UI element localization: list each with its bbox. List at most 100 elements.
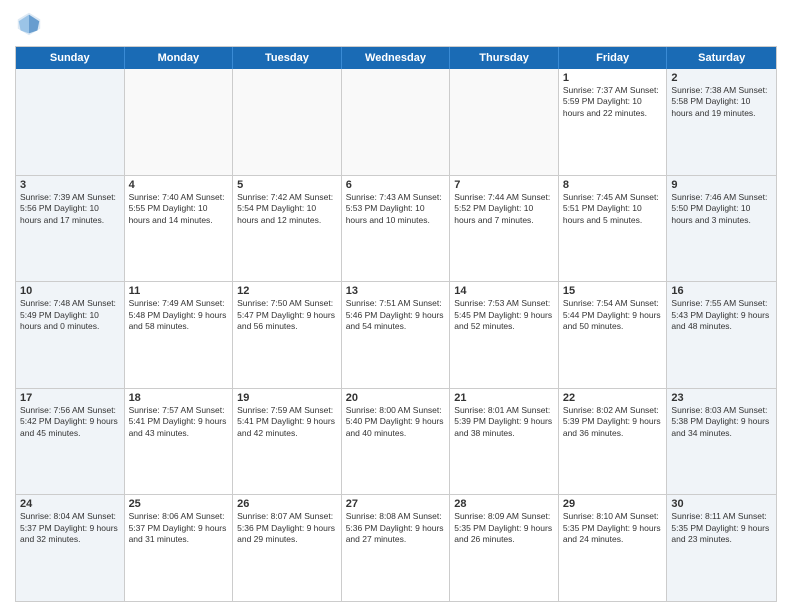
- day-headers: SundayMondayTuesdayWednesdayThursdayFrid…: [16, 47, 776, 69]
- day-number: 11: [129, 285, 229, 297]
- day-info: Sunrise: 8:10 AM Sunset: 5:35 PM Dayligh…: [563, 511, 663, 545]
- day-number: 3: [20, 179, 120, 191]
- day-cell-empty: [125, 69, 234, 175]
- day-info: Sunrise: 7:43 AM Sunset: 5:53 PM Dayligh…: [346, 192, 446, 226]
- day-cell-2: 2Sunrise: 7:38 AM Sunset: 5:58 PM Daylig…: [667, 69, 776, 175]
- day-cell-14: 14Sunrise: 7:53 AM Sunset: 5:45 PM Dayli…: [450, 282, 559, 388]
- day-cell-15: 15Sunrise: 7:54 AM Sunset: 5:44 PM Dayli…: [559, 282, 668, 388]
- calendar-body: 1Sunrise: 7:37 AM Sunset: 5:59 PM Daylig…: [16, 69, 776, 601]
- day-cell-4: 4Sunrise: 7:40 AM Sunset: 5:55 PM Daylig…: [125, 176, 234, 282]
- day-cell-16: 16Sunrise: 7:55 AM Sunset: 5:43 PM Dayli…: [667, 282, 776, 388]
- day-cell-26: 26Sunrise: 8:07 AM Sunset: 5:36 PM Dayli…: [233, 495, 342, 601]
- day-info: Sunrise: 7:46 AM Sunset: 5:50 PM Dayligh…: [671, 192, 772, 226]
- day-cell-24: 24Sunrise: 8:04 AM Sunset: 5:37 PM Dayli…: [16, 495, 125, 601]
- day-cell-23: 23Sunrise: 8:03 AM Sunset: 5:38 PM Dayli…: [667, 389, 776, 495]
- day-header-saturday: Saturday: [667, 47, 776, 69]
- day-info: Sunrise: 8:07 AM Sunset: 5:36 PM Dayligh…: [237, 511, 337, 545]
- day-info: Sunrise: 8:02 AM Sunset: 5:39 PM Dayligh…: [563, 405, 663, 439]
- day-info: Sunrise: 7:40 AM Sunset: 5:55 PM Dayligh…: [129, 192, 229, 226]
- day-number: 10: [20, 285, 120, 297]
- week-row-3: 10Sunrise: 7:48 AM Sunset: 5:49 PM Dayli…: [16, 281, 776, 388]
- day-info: Sunrise: 8:03 AM Sunset: 5:38 PM Dayligh…: [671, 405, 772, 439]
- day-number: 24: [20, 498, 120, 510]
- day-cell-19: 19Sunrise: 7:59 AM Sunset: 5:41 PM Dayli…: [233, 389, 342, 495]
- day-cell-5: 5Sunrise: 7:42 AM Sunset: 5:54 PM Daylig…: [233, 176, 342, 282]
- day-number: 20: [346, 392, 446, 404]
- day-cell-25: 25Sunrise: 8:06 AM Sunset: 5:37 PM Dayli…: [125, 495, 234, 601]
- week-row-2: 3Sunrise: 7:39 AM Sunset: 5:56 PM Daylig…: [16, 175, 776, 282]
- day-info: Sunrise: 7:45 AM Sunset: 5:51 PM Dayligh…: [563, 192, 663, 226]
- day-number: 25: [129, 498, 229, 510]
- day-number: 27: [346, 498, 446, 510]
- day-header-tuesday: Tuesday: [233, 47, 342, 69]
- day-cell-18: 18Sunrise: 7:57 AM Sunset: 5:41 PM Dayli…: [125, 389, 234, 495]
- day-info: Sunrise: 7:38 AM Sunset: 5:58 PM Dayligh…: [671, 85, 772, 119]
- day-number: 26: [237, 498, 337, 510]
- day-number: 1: [563, 72, 663, 84]
- day-info: Sunrise: 7:56 AM Sunset: 5:42 PM Dayligh…: [20, 405, 120, 439]
- day-cell-13: 13Sunrise: 7:51 AM Sunset: 5:46 PM Dayli…: [342, 282, 451, 388]
- day-info: Sunrise: 7:48 AM Sunset: 5:49 PM Dayligh…: [20, 298, 120, 332]
- day-header-monday: Monday: [125, 47, 234, 69]
- day-number: 18: [129, 392, 229, 404]
- week-row-4: 17Sunrise: 7:56 AM Sunset: 5:42 PM Dayli…: [16, 388, 776, 495]
- day-info: Sunrise: 8:11 AM Sunset: 5:35 PM Dayligh…: [671, 511, 772, 545]
- day-cell-7: 7Sunrise: 7:44 AM Sunset: 5:52 PM Daylig…: [450, 176, 559, 282]
- day-number: 30: [671, 498, 772, 510]
- day-info: Sunrise: 7:39 AM Sunset: 5:56 PM Dayligh…: [20, 192, 120, 226]
- calendar: SundayMondayTuesdayWednesdayThursdayFrid…: [15, 46, 777, 602]
- logo-icon: [15, 10, 43, 38]
- day-number: 28: [454, 498, 554, 510]
- day-number: 19: [237, 392, 337, 404]
- day-info: Sunrise: 8:00 AM Sunset: 5:40 PM Dayligh…: [346, 405, 446, 439]
- day-number: 23: [671, 392, 772, 404]
- day-cell-20: 20Sunrise: 8:00 AM Sunset: 5:40 PM Dayli…: [342, 389, 451, 495]
- day-info: Sunrise: 7:44 AM Sunset: 5:52 PM Dayligh…: [454, 192, 554, 226]
- day-cell-30: 30Sunrise: 8:11 AM Sunset: 5:35 PM Dayli…: [667, 495, 776, 601]
- day-cell-17: 17Sunrise: 7:56 AM Sunset: 5:42 PM Dayli…: [16, 389, 125, 495]
- day-cell-21: 21Sunrise: 8:01 AM Sunset: 5:39 PM Dayli…: [450, 389, 559, 495]
- day-number: 22: [563, 392, 663, 404]
- day-header-sunday: Sunday: [16, 47, 125, 69]
- day-number: 13: [346, 285, 446, 297]
- day-cell-empty: [16, 69, 125, 175]
- day-info: Sunrise: 7:37 AM Sunset: 5:59 PM Dayligh…: [563, 85, 663, 119]
- day-number: 2: [671, 72, 772, 84]
- day-header-thursday: Thursday: [450, 47, 559, 69]
- day-number: 14: [454, 285, 554, 297]
- day-number: 29: [563, 498, 663, 510]
- day-info: Sunrise: 7:42 AM Sunset: 5:54 PM Dayligh…: [237, 192, 337, 226]
- calendar-page: SundayMondayTuesdayWednesdayThursdayFrid…: [0, 0, 792, 612]
- day-cell-28: 28Sunrise: 8:09 AM Sunset: 5:35 PM Dayli…: [450, 495, 559, 601]
- day-info: Sunrise: 7:55 AM Sunset: 5:43 PM Dayligh…: [671, 298, 772, 332]
- day-number: 12: [237, 285, 337, 297]
- day-cell-empty: [233, 69, 342, 175]
- day-header-wednesday: Wednesday: [342, 47, 451, 69]
- day-cell-1: 1Sunrise: 7:37 AM Sunset: 5:59 PM Daylig…: [559, 69, 668, 175]
- day-number: 5: [237, 179, 337, 191]
- day-cell-9: 9Sunrise: 7:46 AM Sunset: 5:50 PM Daylig…: [667, 176, 776, 282]
- day-cell-11: 11Sunrise: 7:49 AM Sunset: 5:48 PM Dayli…: [125, 282, 234, 388]
- day-number: 17: [20, 392, 120, 404]
- day-info: Sunrise: 7:59 AM Sunset: 5:41 PM Dayligh…: [237, 405, 337, 439]
- day-info: Sunrise: 7:53 AM Sunset: 5:45 PM Dayligh…: [454, 298, 554, 332]
- day-number: 4: [129, 179, 229, 191]
- day-cell-3: 3Sunrise: 7:39 AM Sunset: 5:56 PM Daylig…: [16, 176, 125, 282]
- day-info: Sunrise: 7:54 AM Sunset: 5:44 PM Dayligh…: [563, 298, 663, 332]
- day-cell-29: 29Sunrise: 8:10 AM Sunset: 5:35 PM Dayli…: [559, 495, 668, 601]
- day-number: 9: [671, 179, 772, 191]
- day-cell-12: 12Sunrise: 7:50 AM Sunset: 5:47 PM Dayli…: [233, 282, 342, 388]
- week-row-5: 24Sunrise: 8:04 AM Sunset: 5:37 PM Dayli…: [16, 494, 776, 601]
- day-info: Sunrise: 8:08 AM Sunset: 5:36 PM Dayligh…: [346, 511, 446, 545]
- day-info: Sunrise: 8:01 AM Sunset: 5:39 PM Dayligh…: [454, 405, 554, 439]
- day-cell-27: 27Sunrise: 8:08 AM Sunset: 5:36 PM Dayli…: [342, 495, 451, 601]
- day-info: Sunrise: 8:06 AM Sunset: 5:37 PM Dayligh…: [129, 511, 229, 545]
- day-number: 16: [671, 285, 772, 297]
- day-number: 6: [346, 179, 446, 191]
- day-number: 15: [563, 285, 663, 297]
- day-info: Sunrise: 8:04 AM Sunset: 5:37 PM Dayligh…: [20, 511, 120, 545]
- day-info: Sunrise: 7:51 AM Sunset: 5:46 PM Dayligh…: [346, 298, 446, 332]
- day-cell-empty: [450, 69, 559, 175]
- day-number: 7: [454, 179, 554, 191]
- day-info: Sunrise: 8:09 AM Sunset: 5:35 PM Dayligh…: [454, 511, 554, 545]
